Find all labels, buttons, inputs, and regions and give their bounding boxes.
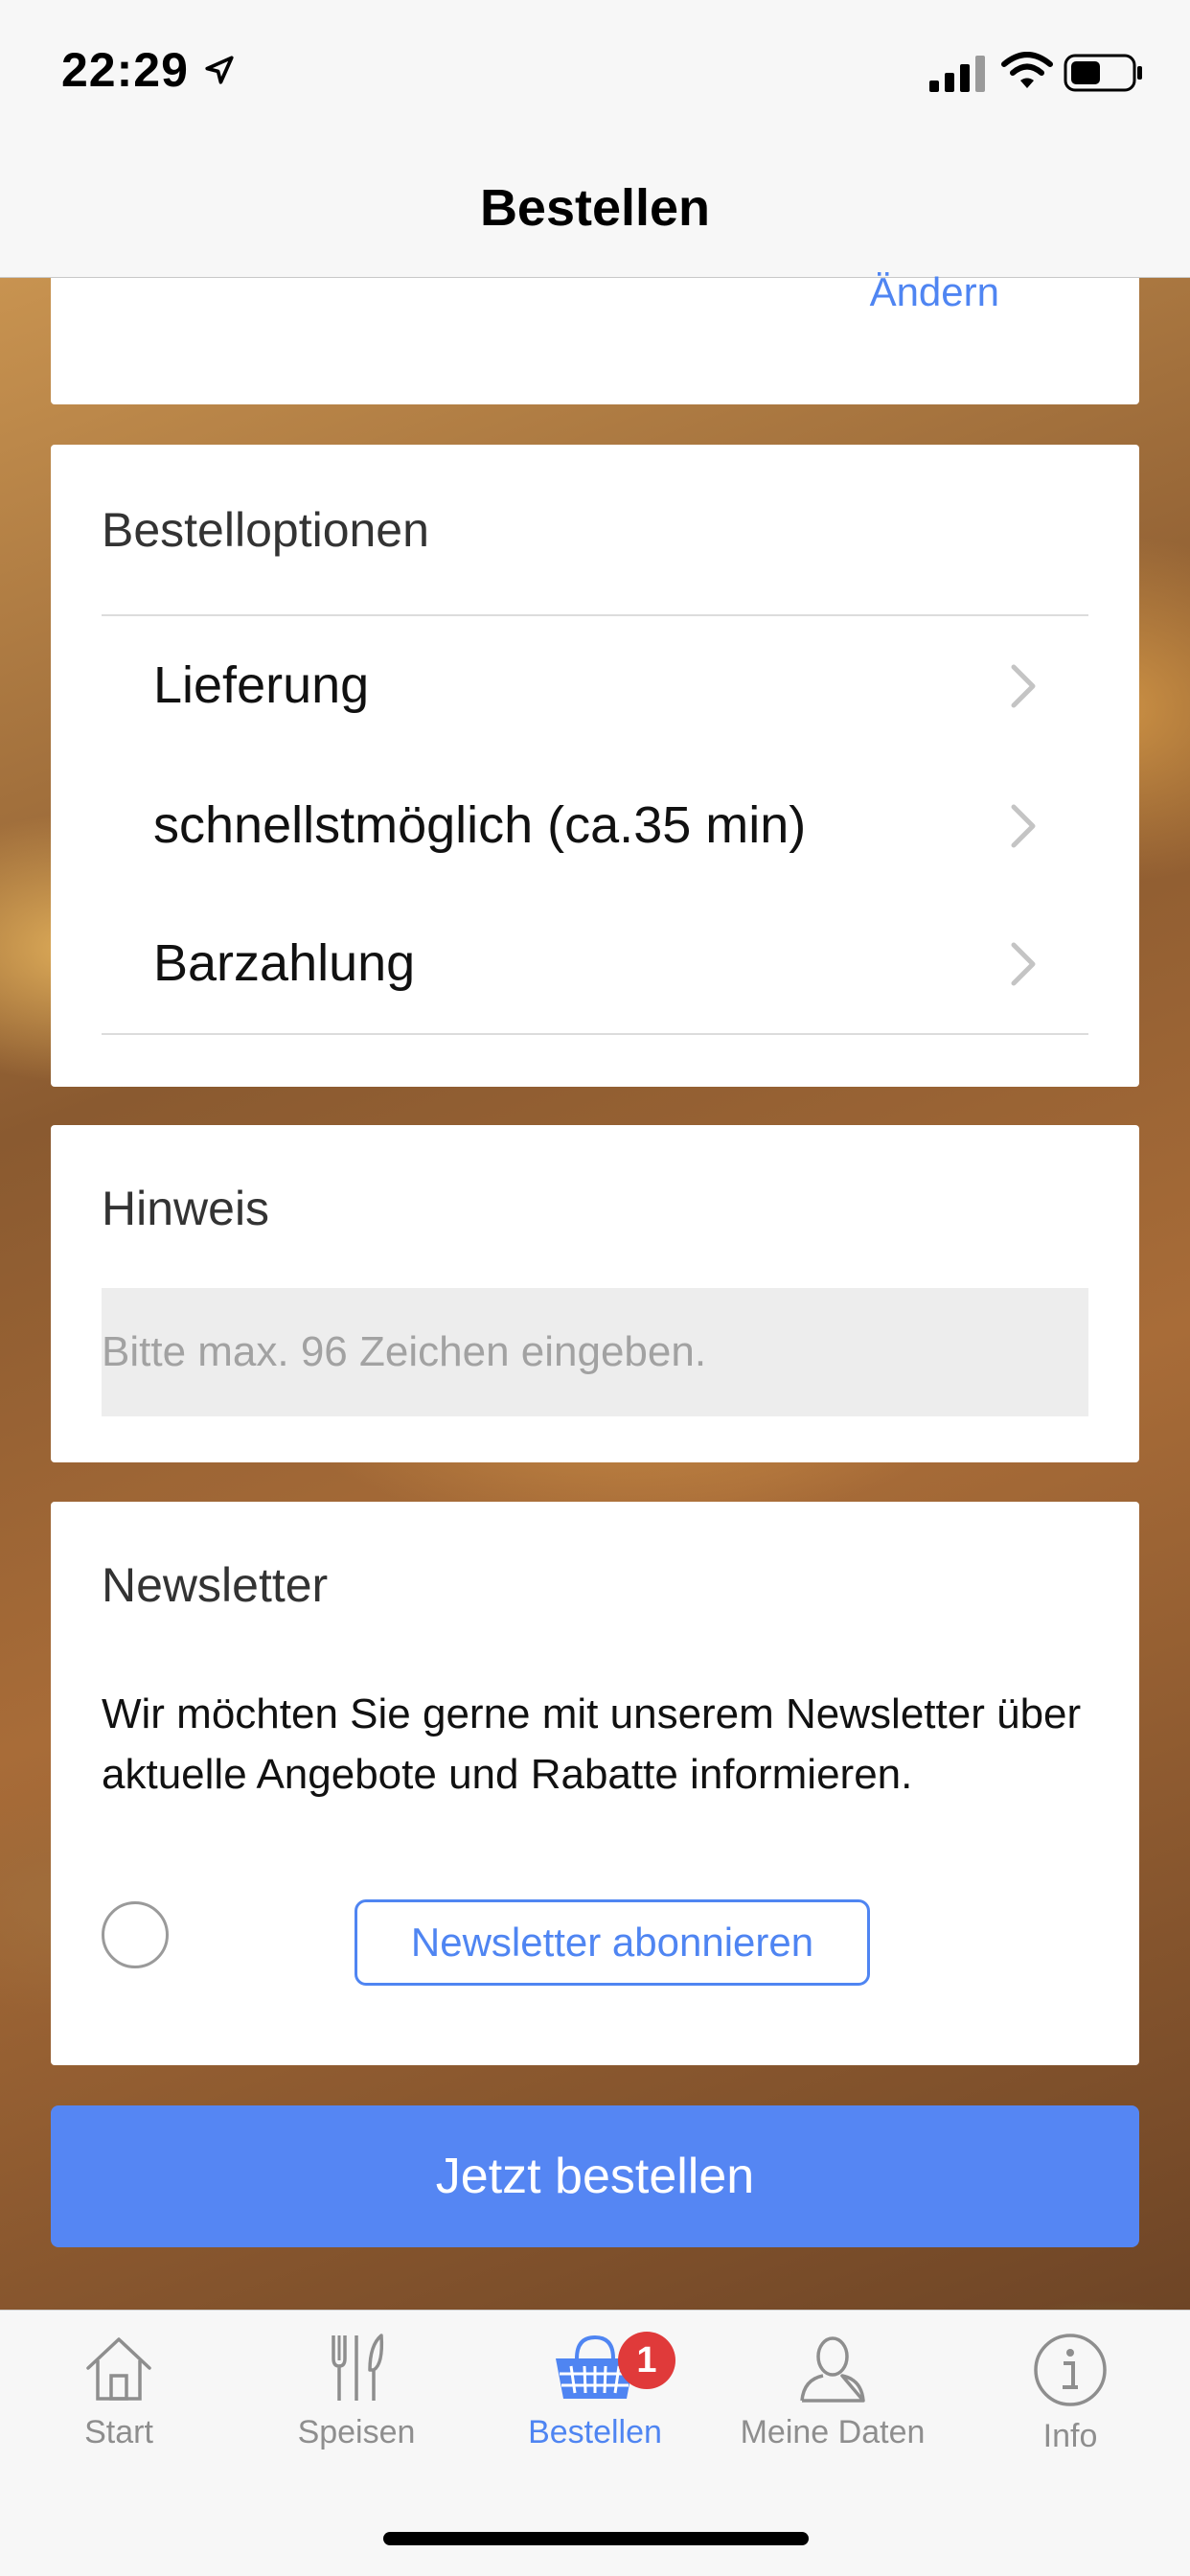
cellular-signal-icon [929,56,985,92]
order-now-button[interactable]: Jetzt bestellen [51,2105,1139,2247]
tab-label: Bestellen [528,2414,662,2450]
tab-label: Speisen [297,2414,416,2450]
option-label: schnellstmöglich (ca.35 min) [153,796,807,854]
divider [102,614,1088,616]
tab-label: Meine Daten [740,2414,926,2450]
fork-knife-icon [332,2334,384,2401]
page-title: Bestellen [479,179,711,237]
status-time: 22:29 [61,43,189,97]
change-address-link[interactable]: Ändern [870,272,999,312]
user-icon [800,2336,865,2403]
cart-count-badge: 1 [618,2332,675,2389]
chevron-right-icon [1011,942,1036,986]
hint-card: Hinweis [51,1125,1139,1462]
option-row-delivery[interactable]: Lieferung [102,617,1088,751]
status-bar: 22:29 [0,0,1190,144]
wifi-icon [1001,52,1053,88]
home-icon [86,2337,151,2401]
chevron-right-icon [1011,664,1036,708]
home-indicator [383,2532,809,2545]
location-arrow-icon [205,56,234,84]
option-label: Barzahlung [153,934,416,992]
hint-title: Hinweis [102,1182,270,1235]
option-row-time[interactable]: schnellstmöglich (ca.35 min) [102,757,1088,891]
newsletter-card: Newsletter Wir möchten Sie gerne mit uns… [51,1502,1139,2065]
navigation-bar: Bestellen [0,144,1190,278]
subscribe-newsletter-button[interactable]: Newsletter abonnieren [355,1899,870,1986]
option-label: Lieferung [153,656,370,714]
battery-icon [1064,54,1142,92]
tab-speisen[interactable]: Speisen [238,2332,475,2504]
option-row-payment[interactable]: Barzahlung [102,895,1088,1029]
address-card: Ändern [51,272,1139,404]
tab-label: Info [1042,2418,1098,2454]
tab-start[interactable]: Start [0,2332,238,2504]
newsletter-radio[interactable] [102,1901,169,1968]
newsletter-title: Newsletter [102,1558,329,1612]
tab-meine-daten[interactable]: Meine Daten [714,2332,951,2504]
order-options-card: Bestelloptionen Lieferung schnellstmögli… [51,445,1139,1087]
tab-label: Start [84,2414,153,2450]
tab-info[interactable]: Info [951,2332,1189,2504]
divider [102,1033,1088,1035]
tab-bestellen[interactable]: 1 Bestellen [476,2332,714,2504]
info-icon [1034,2334,1107,2406]
hint-input[interactable] [102,1288,1088,1416]
order-options-title: Bestelloptionen [102,503,429,557]
newsletter-text: Wir möchten Sie gerne mit unserem Newsle… [102,1690,1082,1798]
chevron-right-icon [1011,804,1036,848]
